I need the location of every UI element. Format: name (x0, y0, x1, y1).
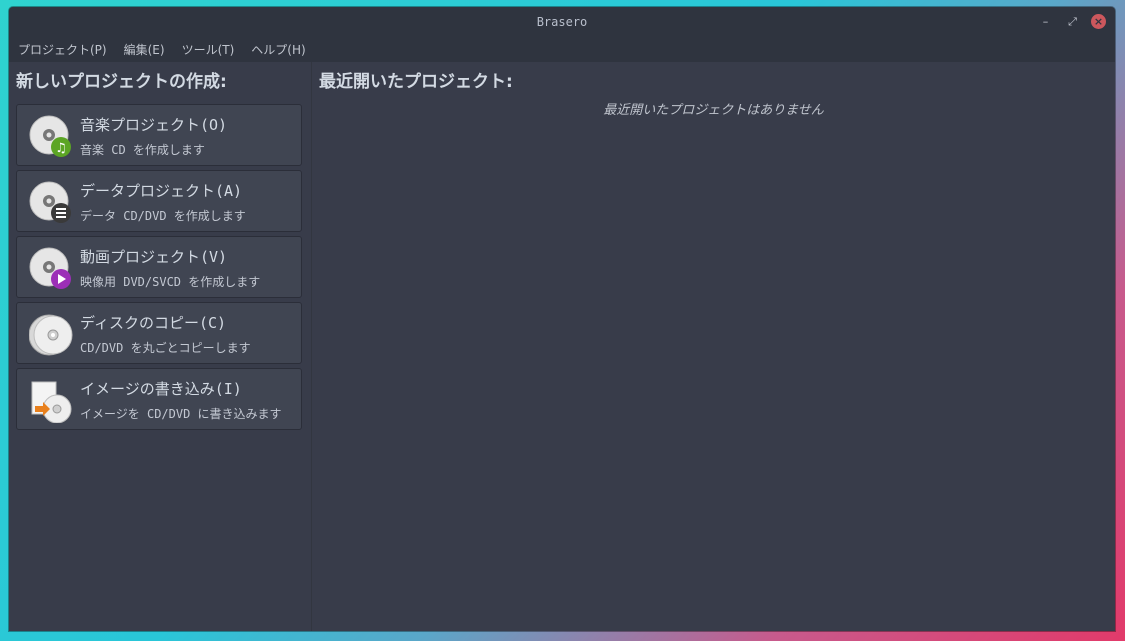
recent-projects-title: 最近開いたプロジェクト: (319, 72, 513, 92)
data-project-button[interactable]: データプロジェクト(A) データ CD/DVD を作成します (16, 170, 302, 232)
titlebar[interactable]: Brasero – ⤢ × (9, 7, 1115, 36)
svg-text:♫: ♫ (55, 141, 67, 156)
menu-tools[interactable]: ツール(T) (182, 41, 235, 58)
menu-help[interactable]: ヘルプ(H) (251, 41, 305, 58)
menu-edit[interactable]: 編集(E) (124, 41, 165, 58)
recent-projects-pane: 最近開いたプロジェクト: 最近開いたプロジェクトはありません (312, 62, 1115, 631)
burn-image-icon (31, 381, 72, 423)
burn-image-desc: イメージを CD/DVD に書き込みます (80, 407, 282, 421)
data-disc-icon (29, 181, 71, 223)
copy-disc-button[interactable]: ディスクのコピー(C) CD/DVD を丸ごとコピーします (16, 302, 302, 364)
video-disc-icon (29, 247, 71, 289)
video-project-label: 動画プロジェクト(V) (80, 248, 228, 266)
maximize-button[interactable]: ⤢ (1065, 14, 1080, 29)
audio-project-label: 音楽プロジェクト(O) (80, 116, 228, 134)
burn-image-label: イメージの書き込み(I) (80, 380, 242, 398)
video-project-desc: 映像用 DVD/SVCD を作成します (80, 275, 261, 289)
audio-disc-icon: ♫ (29, 115, 71, 157)
minimize-button[interactable]: – (1038, 14, 1053, 29)
recent-projects-empty: 最近開いたプロジェクトはありません (603, 103, 824, 118)
close-button[interactable]: × (1091, 14, 1106, 29)
data-project-desc: データ CD/DVD を作成します (80, 209, 246, 223)
window-title: Brasero (536, 15, 588, 29)
copy-disc-icon (29, 314, 73, 356)
copy-disc-desc: CD/DVD を丸ごとコピーします (80, 341, 251, 355)
burn-image-button[interactable]: イメージの書き込み(I) イメージを CD/DVD に書き込みます (16, 368, 302, 430)
data-project-label: データプロジェクト(A) (80, 182, 243, 200)
main-content: 新しいプロジェクトの作成: ♫ 音楽プロジェクト(O) 音楽 CD を作成します (9, 62, 1115, 631)
menu-project[interactable]: プロジェクト(P) (18, 41, 107, 58)
copy-disc-label: ディスクのコピー(C) (80, 314, 227, 332)
new-project-title: 新しいプロジェクトの作成: (16, 72, 227, 92)
video-project-button[interactable]: 動画プロジェクト(V) 映像用 DVD/SVCD を作成します (16, 236, 302, 298)
new-project-pane: 新しいプロジェクトの作成: ♫ 音楽プロジェクト(O) 音楽 CD を作成します (9, 62, 312, 631)
brasero-window: Brasero – ⤢ × プロジェクト(P) 編集(E) ツール(T) ヘルプ… (9, 7, 1115, 631)
audio-project-button[interactable]: ♫ 音楽プロジェクト(O) 音楽 CD を作成します (16, 104, 302, 166)
audio-project-desc: 音楽 CD を作成します (80, 143, 205, 157)
menubar: プロジェクト(P) 編集(E) ツール(T) ヘルプ(H) (9, 36, 1115, 62)
